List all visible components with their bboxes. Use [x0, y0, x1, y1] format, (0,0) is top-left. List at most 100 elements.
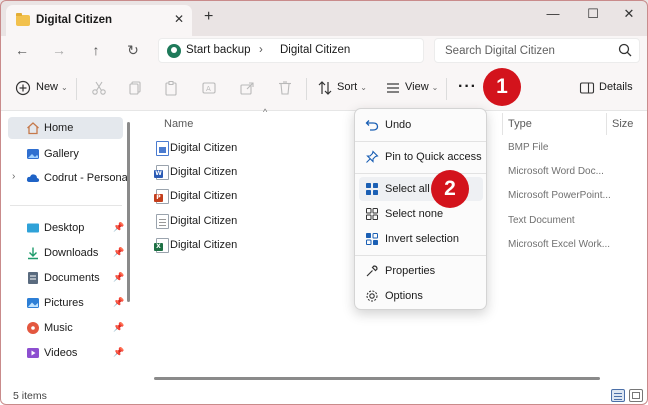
column-header-type[interactable]: Type: [508, 118, 532, 130]
menu-item-label: Select all: [385, 183, 430, 195]
address-bar[interactable]: Start backup › Digital Citizen: [158, 38, 424, 63]
share-icon[interactable]: [238, 79, 256, 97]
music-icon: [27, 322, 39, 334]
paste-icon[interactable]: [162, 79, 180, 97]
sidebar-item-gallery[interactable]: Gallery: [8, 143, 123, 165]
sidebar-item-downloads[interactable]: Downloads 📌: [8, 242, 124, 264]
folder-icon: [16, 13, 30, 26]
new-button[interactable]: New ⌄: [36, 81, 68, 97]
sort-button[interactable]: Sort ⌄: [337, 81, 367, 97]
pin-icon: 📌: [113, 272, 125, 282]
sidebar-item-desktop[interactable]: Desktop 📌: [8, 217, 125, 239]
file-type: Text Document: [508, 215, 575, 226]
menu-item-properties[interactable]: Properties: [359, 259, 483, 283]
undo-icon: [365, 120, 379, 131]
title-bar: Digital Citizen ✕ + — ☐ ✕: [0, 0, 648, 36]
view-icon: [387, 83, 399, 93]
file-type: Microsoft Excel Work...: [508, 239, 611, 250]
pin-icon: 📌: [113, 322, 125, 332]
file-name: Digital Citizen: [170, 166, 238, 178]
horizontal-scrollbar[interactable]: [154, 377, 600, 380]
sidebar-item-home[interactable]: Home: [8, 117, 123, 139]
breadcrumb-start-backup[interactable]: Start backup: [186, 44, 251, 56]
details-button[interactable]: Details: [599, 81, 633, 97]
annotation-badge-1: 1: [483, 68, 521, 106]
search-icon: [618, 43, 632, 57]
maximize-button[interactable]: ☐: [580, 5, 606, 23]
column-header-size[interactable]: Size: [612, 118, 633, 130]
menu-item-label: Pin to Quick access: [385, 151, 482, 163]
powerpoint-tag: P: [154, 194, 163, 202]
tab-close-button[interactable]: ✕: [172, 12, 186, 26]
word-file-icon: W: [154, 165, 169, 180]
word-tag: W: [154, 170, 163, 178]
forward-button[interactable]: →: [50, 41, 68, 59]
minimize-button[interactable]: —: [540, 5, 566, 23]
svg-text:A: A: [206, 85, 211, 93]
properties-icon: [366, 265, 378, 277]
new-icon: [15, 80, 31, 96]
new-tab-button[interactable]: +: [204, 9, 213, 25]
select-all-icon: [366, 183, 378, 195]
pin-icon: 📌: [113, 347, 125, 357]
menu-separator: [355, 255, 486, 256]
toolbar-divider: [306, 78, 307, 100]
status-bar: 5 items: [0, 385, 648, 405]
gallery-icon: [27, 149, 39, 159]
sidebar-label: Pictures: [44, 297, 84, 309]
sidebar-label: Videos: [44, 347, 78, 359]
menu-separator: [355, 141, 486, 142]
navigation-bar: ← → ↑ ↻ Start backup › Digital Citizen S…: [0, 36, 648, 66]
menu-item-select-none[interactable]: Select none: [359, 202, 483, 226]
sidebar-item-music[interactable]: Music 📌: [8, 317, 125, 339]
sidebar-item-onedrive[interactable]: › Codrut - Personal: [8, 167, 130, 189]
close-window-button[interactable]: ✕: [616, 5, 642, 23]
chevron-down-icon: ⌄: [61, 83, 68, 92]
back-button[interactable]: ←: [13, 41, 31, 59]
up-button[interactable]: ↑: [87, 41, 105, 59]
menu-item-label: Options: [385, 290, 423, 302]
documents-icon: [28, 272, 38, 284]
file-name: Digital Citizen: [170, 215, 238, 227]
search-placeholder: Search Digital Citizen: [445, 45, 555, 57]
copy-icon[interactable]: [126, 79, 144, 97]
column-divider[interactable]: [502, 113, 503, 135]
details-view-button[interactable]: [611, 389, 625, 402]
pin-icon: 📌: [113, 222, 125, 232]
chevron-down-icon: ⌄: [360, 83, 367, 92]
menu-item-pin-to-quick-access[interactable]: Pin to Quick access: [359, 145, 483, 169]
sidebar-scrollbar[interactable]: [127, 122, 130, 302]
breadcrumb-digital-citizen[interactable]: Digital Citizen: [280, 44, 350, 56]
column-divider[interactable]: [606, 113, 607, 135]
tab-title: Digital Citizen: [36, 14, 113, 26]
tab-digital-citizen[interactable]: Digital Citizen ✕: [6, 5, 192, 36]
rename-icon[interactable]: A: [200, 79, 218, 97]
refresh-button[interactable]: ↻: [124, 41, 142, 59]
sidebar-label: Codrut - Personal: [44, 172, 131, 184]
menu-item-undo[interactable]: Undo: [359, 113, 483, 137]
sidebar-item-pictures[interactable]: Pictures 📌: [8, 292, 124, 314]
delete-icon[interactable]: [276, 79, 294, 97]
sort-label: Sort: [337, 81, 358, 93]
sidebar-label: Downloads: [44, 247, 99, 259]
sort-ascending-icon: ^: [263, 107, 268, 117]
new-label: New: [36, 81, 59, 93]
menu-item-invert-selection[interactable]: Invert selection: [359, 227, 483, 251]
sidebar-label: Documents: [44, 272, 100, 284]
breadcrumb-separator[interactable]: ›: [259, 44, 263, 56]
tiles-view-button[interactable]: [629, 389, 643, 402]
file-name: Digital Citizen: [170, 142, 238, 154]
expand-chevron-icon[interactable]: ›: [12, 171, 15, 182]
menu-item-options[interactable]: Options: [359, 284, 483, 308]
search-box[interactable]: Search Digital Citizen: [434, 38, 640, 63]
view-button[interactable]: View ⌄: [405, 81, 438, 97]
cloud-icon: [26, 174, 40, 182]
sidebar-item-documents[interactable]: Documents 📌: [8, 267, 125, 289]
sidebar-item-videos[interactable]: Videos 📌: [8, 342, 125, 364]
select-none-icon: [366, 208, 378, 220]
column-header-name[interactable]: Name: [164, 118, 193, 130]
details-pane-icon: [579, 82, 595, 94]
cut-icon[interactable]: [90, 79, 108, 97]
toolbar-divider: [446, 78, 447, 100]
see-more-button[interactable]: ···: [458, 78, 477, 96]
